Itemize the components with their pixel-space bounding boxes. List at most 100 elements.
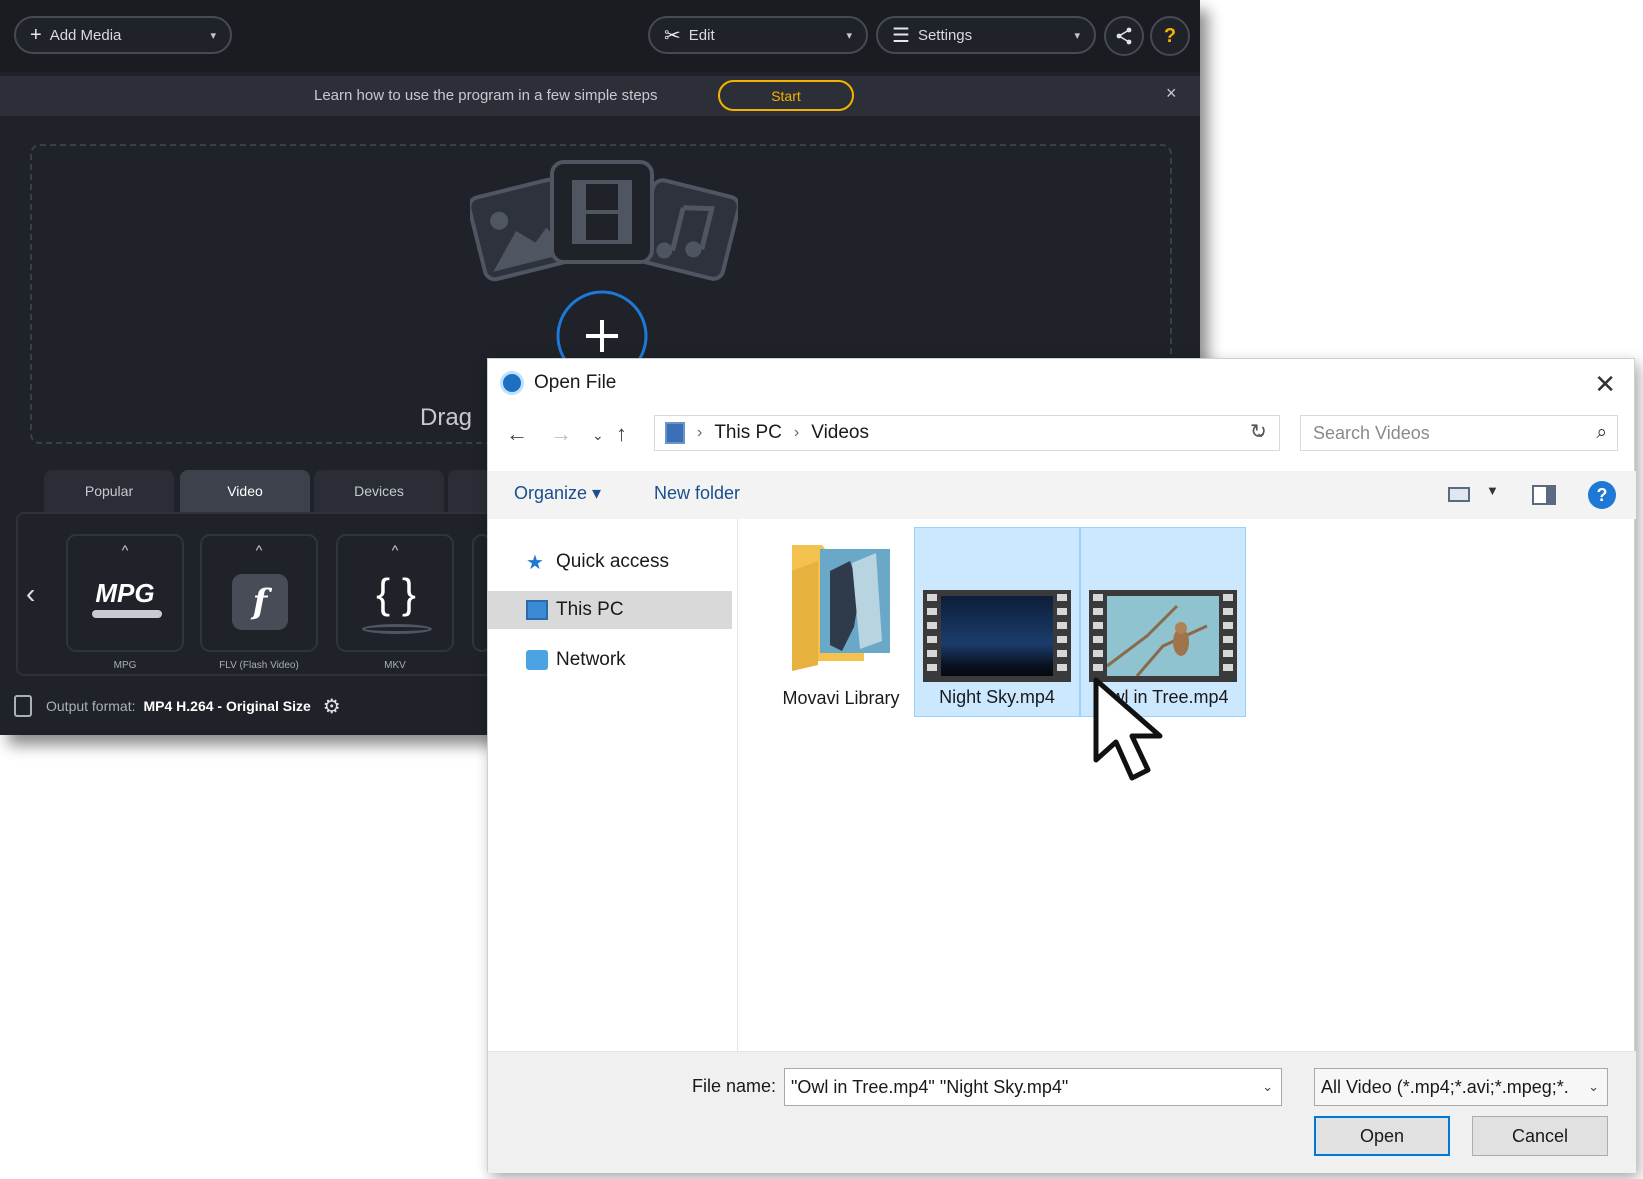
add-media-label: Add Media xyxy=(49,26,122,44)
chevron-down-icon: ▾ xyxy=(1074,29,1080,42)
banner-text: Learn how to use the program in a few si… xyxy=(314,87,658,104)
settings-label: Settings xyxy=(917,26,973,44)
recent-locations-chevron-icon[interactable]: ⌄ xyxy=(592,427,604,444)
file-name-label: File name: xyxy=(692,1076,777,1096)
navigation-pane: ★ Quick access This PC Network xyxy=(488,519,738,1075)
mkv-braces-icon: { } xyxy=(376,570,416,617)
refresh-icon[interactable]: ↻ xyxy=(1250,419,1267,444)
breadcrumb-separator-icon: › xyxy=(697,424,703,441)
breadcrumb-separator-icon: › xyxy=(793,424,800,441)
mpg-video-stripe xyxy=(92,610,162,618)
computer-icon xyxy=(526,600,548,620)
scissors-icon: ✂ xyxy=(664,24,681,47)
change-view-icon[interactable] xyxy=(1448,487,1470,502)
mpg-format-icon: MPG xyxy=(95,578,155,608)
film-perforation xyxy=(1057,594,1067,678)
chevron-left-icon[interactable]: ‹ xyxy=(26,578,35,610)
navigation-row: ← → ⌄ ↑ › This PC › Videos ⌄ ↻ Search Vi… xyxy=(488,415,1636,455)
chevron-up-icon: ^ xyxy=(255,542,263,558)
film-perforation xyxy=(927,594,937,678)
organize-menu[interactable]: Organize ▾ xyxy=(514,483,601,504)
chevron-up-icon: ^ xyxy=(121,542,129,558)
add-media-button[interactable]: + Add Media ▾ xyxy=(14,16,232,54)
edit-label: Edit xyxy=(688,26,715,44)
star-icon: ★ xyxy=(526,551,544,574)
close-icon[interactable]: ✕ xyxy=(1594,369,1616,400)
organize-label: Organize xyxy=(514,483,588,503)
tab-devices[interactable]: Devices xyxy=(314,470,444,512)
format-label-mpg: MPG xyxy=(113,660,137,671)
command-bar: Organize ▾ New folder ▼ ? xyxy=(488,471,1636,519)
videos-folder-icon xyxy=(665,422,685,444)
dialog-title-bar: Open File xyxy=(500,371,616,395)
search-input[interactable]: Search Videos ⌕ xyxy=(1300,415,1618,451)
chevron-down-icon: ▾ xyxy=(210,29,216,42)
file-name-value: "Owl in Tree.mp4" "Night Sky.mp4" xyxy=(791,1076,1069,1097)
format-label-mkv: MKV xyxy=(384,660,406,671)
breadcrumb-videos[interactable]: Videos xyxy=(811,422,869,444)
mkv-base-icon xyxy=(362,624,432,634)
settings-button[interactable]: ☰ Settings ▾ xyxy=(876,16,1096,54)
start-button[interactable]: Start xyxy=(718,80,854,111)
mouse-cursor-icon xyxy=(1093,677,1163,781)
search-placeholder: Search Videos xyxy=(1313,422,1430,443)
nav-this-pc[interactable]: This PC xyxy=(488,591,732,629)
banner-close-icon[interactable]: × xyxy=(1166,83,1177,104)
app-icon xyxy=(500,371,524,395)
folder-icon xyxy=(792,545,890,671)
open-button[interactable]: Open xyxy=(1314,1116,1450,1156)
night-sky-image xyxy=(941,596,1053,676)
video-thumbnail-owl-in-tree xyxy=(1089,590,1237,682)
open-file-dialog: Open File ✕ ← → ⌄ ↑ › This PC › Videos ⌄… xyxy=(487,358,1636,1173)
nav-network[interactable]: Network xyxy=(488,641,732,679)
share-icon xyxy=(1116,27,1132,45)
drop-zone-text: Drag xyxy=(420,404,473,431)
search-icon: ⌕ xyxy=(1596,422,1607,443)
file-item-movavi-library[interactable]: Movavi Library xyxy=(758,527,924,717)
output-format-label: Output format: xyxy=(46,698,136,714)
owl-branches-drawing xyxy=(1107,604,1208,676)
chevron-up-icon: ^ xyxy=(391,542,399,558)
chevron-down-icon: ⌄ xyxy=(1584,1079,1599,1095)
film-perforation xyxy=(1223,594,1233,678)
cancel-button[interactable]: Cancel xyxy=(1472,1116,1608,1156)
help-icon[interactable]: ? xyxy=(1588,481,1616,509)
tab-video[interactable]: Video xyxy=(180,470,310,512)
forward-arrow-icon[interactable]: → xyxy=(550,421,572,447)
up-arrow-icon[interactable]: ↑ xyxy=(616,421,627,447)
top-toolbar: + Add Media ▾ ✂ Edit ▾ ☰ Settings ▾ ? xyxy=(0,0,1200,72)
tab-popular[interactable]: Popular xyxy=(44,470,174,512)
media-types-icon xyxy=(470,160,738,282)
nav-quick-access[interactable]: ★ Quick access xyxy=(488,543,732,581)
file-name-movavi-library: Movavi Library xyxy=(782,688,900,708)
view-options-chevron-icon[interactable]: ▼ xyxy=(1486,483,1499,498)
network-icon xyxy=(526,650,548,670)
format-mkv[interactable]: ^ { } xyxy=(336,534,454,652)
address-bar[interactable]: › This PC › Videos ⌄ xyxy=(654,415,1280,451)
file-name-input[interactable]: "Owl in Tree.mp4" "Night Sky.mp4" ⌄ xyxy=(784,1068,1282,1106)
dialog-title: Open File xyxy=(534,372,617,393)
document-icon xyxy=(14,695,32,717)
output-format-value[interactable]: MP4 H.264 - Original Size xyxy=(143,698,310,714)
breadcrumb-this-pc[interactable]: This PC xyxy=(714,422,782,444)
file-type-value: All Video (*.mp4;*.avi;*.mpeg;*. xyxy=(1321,1076,1569,1097)
new-folder-button[interactable]: New folder xyxy=(654,483,740,504)
file-name-night-sky: Night Sky.mp4 xyxy=(939,687,1055,707)
share-button[interactable] xyxy=(1104,16,1144,56)
format-label-flv: FLV (Flash Video) xyxy=(219,660,299,671)
format-flv[interactable]: ^ f xyxy=(200,534,318,652)
video-thumbnail-night-sky xyxy=(923,590,1071,682)
chevron-down-icon: ▾ xyxy=(846,29,852,42)
preview-pane-icon[interactable] xyxy=(1532,485,1556,505)
file-type-select[interactable]: All Video (*.mp4;*.avi;*.mpeg;*. ⌄ xyxy=(1314,1068,1608,1106)
help-button[interactable]: ? xyxy=(1150,16,1190,56)
back-arrow-icon[interactable]: ← xyxy=(506,421,528,447)
chevron-down-icon[interactable]: ⌄ xyxy=(1262,1079,1273,1095)
flash-icon: f xyxy=(232,574,288,630)
gear-icon[interactable]: ⚙ xyxy=(323,694,341,719)
nav-this-pc-label: This PC xyxy=(556,599,624,620)
edit-button[interactable]: ✂ Edit ▾ xyxy=(648,16,868,54)
file-item-night-sky[interactable]: Night Sky.mp4 xyxy=(914,527,1080,717)
output-format-bar: Output format: MP4 H.264 - Original Size… xyxy=(14,690,341,722)
format-mpg[interactable]: ^ MPG xyxy=(66,534,184,652)
